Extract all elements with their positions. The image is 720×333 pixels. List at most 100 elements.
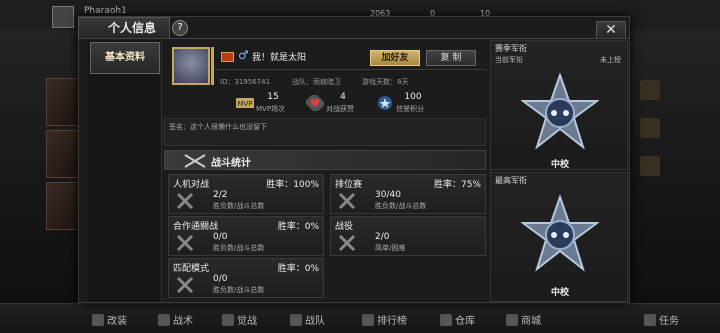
rank-insignia-icon: [521, 195, 599, 272]
rank-status: 未上榜: [600, 56, 621, 64]
nav-item-icon: [290, 313, 302, 326]
copy-button[interactable]: 复 制: [426, 50, 476, 66]
mvp-icon: MVP: [236, 98, 254, 108]
tab-basic-info[interactable]: 基本资料: [90, 42, 160, 74]
cell-sub: 胜负数/战斗总数: [213, 202, 265, 210]
current-rank-label: 当前军衔: [495, 56, 523, 64]
cell-sub: 胜负数/战斗总数: [213, 286, 265, 294]
cell-title: 人机对战: [173, 180, 210, 190]
cell-title: 战役: [335, 222, 354, 232]
bottom-nav-bar: 改装 战术 觉战 战队 排行榜 仓库 商城 任务: [0, 303, 720, 333]
crossed-swords-icon: [176, 276, 194, 294]
background-menu-icon: [640, 156, 660, 176]
likes-value: 4: [340, 92, 346, 102]
nav-item-icon: [158, 313, 170, 326]
nav-item-label: 商城: [521, 316, 541, 327]
nav-item-icon: [644, 313, 656, 326]
close-button[interactable]: ✕: [596, 21, 626, 39]
nav-item-icon: [440, 313, 452, 326]
battle-cell-campaign: 战役 2/0 简单/困难: [330, 216, 486, 256]
best-rank-name: 中校: [550, 288, 569, 298]
nav-item-icon: [506, 313, 518, 326]
battle-stats-title: 战斗统计: [211, 158, 251, 169]
star-icon: [378, 96, 392, 110]
battle-stats-header: 战斗统计: [164, 150, 486, 170]
nav-item[interactable]: 战队: [290, 312, 325, 327]
cell-sub: 简单/困难: [375, 244, 406, 252]
nav-item-label: 觉战: [237, 316, 257, 327]
crossed-swords-icon: [176, 234, 194, 252]
player-id: ID：31956741: [220, 78, 271, 86]
stat-mvp: MVP 15 MVP场次: [236, 92, 296, 116]
top-avatar[interactable]: [52, 6, 74, 28]
background-menu-icon: [640, 80, 660, 100]
cell-value: 2/0: [375, 232, 390, 242]
nav-item[interactable]: 改装: [92, 312, 127, 327]
mvp-label: MVP场次: [256, 105, 286, 113]
cell-value: 0/0: [213, 274, 228, 284]
best-rank-box: 最高军衔 中校: [490, 172, 628, 302]
cell-title: 匹配模式: [173, 264, 210, 274]
nav-item-label: 任务: [659, 316, 679, 327]
dialog-title: 个人信息: [108, 21, 157, 35]
nav-item-icon: [362, 313, 374, 326]
battle-cell-coop: 合作通關战 胜率：0% 0/0 胜负数/战斗总数: [168, 216, 324, 256]
cell-value: 2/2: [213, 190, 228, 200]
help-button[interactable]: ?: [172, 20, 188, 36]
background-right-icons: [640, 80, 664, 194]
cell-value: 30/40: [375, 190, 401, 200]
player-name: 我！就是太阳: [252, 53, 307, 63]
divider: [214, 69, 486, 70]
rank-insignia-icon: [521, 73, 599, 150]
cell-winrate: 胜率：0%: [277, 222, 319, 232]
cell-sub: 胜负数/战斗总数: [213, 244, 265, 252]
signature: 签名：这个人很懒什么也没留下: [164, 118, 486, 146]
crossed-swords-icon: [176, 192, 194, 210]
battle-cell-pve: 人机对战 胜率：100% 2/2 胜负数/战斗总数: [168, 174, 324, 214]
likes-label: 对战获赞: [326, 105, 354, 113]
level-badge-icon: [221, 52, 234, 62]
cell-winrate: 胜率：0%: [277, 264, 319, 274]
best-rank-label: 最高军衔: [495, 176, 527, 185]
credit-label: 信誉积分: [396, 105, 424, 113]
stat-credit: 100 信誉积分: [376, 92, 440, 116]
nav-item-icon: [92, 313, 104, 326]
battle-cell-ranked: 排位赛 胜率：75% 30/40 胜负数/战斗总数: [330, 174, 486, 214]
top-player-name: Pharaoh1: [84, 6, 127, 16]
avatar-frame-bar: [211, 47, 214, 85]
cell-winrate: 胜率：100%: [266, 180, 319, 190]
nav-item[interactable]: 战术: [158, 312, 193, 327]
nav-item-label: 战术: [173, 316, 193, 327]
cell-sub: 胜负数/战斗总数: [375, 202, 427, 210]
rank-section-title: 赛季军衔: [495, 44, 527, 53]
cell-title: 排位赛: [335, 180, 363, 190]
player-days: 游戏天数：8天: [362, 78, 409, 86]
nav-item-icon: [222, 313, 234, 326]
current-rank-box: 赛季军衔 当前军衔 未上榜 中校: [490, 40, 628, 170]
nav-item[interactable]: 仓库: [440, 312, 475, 327]
nav-item[interactable]: 觉战: [222, 312, 257, 327]
player-team: 战队：雨痕暗卫: [292, 78, 341, 86]
cell-title: 合作通關战: [173, 222, 219, 232]
nav-item-label: 战队: [305, 316, 325, 327]
mvp-value: 15: [267, 92, 279, 102]
crossed-swords-icon: [338, 192, 356, 210]
current-rank-name: 中校: [550, 160, 569, 170]
nav-item[interactable]: 商城: [506, 312, 541, 327]
nav-item[interactable]: 任务: [644, 312, 679, 327]
nav-item[interactable]: 排行榜: [362, 312, 407, 327]
crossed-swords-icon: [338, 234, 356, 252]
battle-cell-match: 匹配模式 胜率：0% 0/0 胜负数/战斗总数: [168, 258, 324, 298]
player-avatar: [172, 47, 210, 85]
cell-winrate: 胜率：75%: [433, 180, 481, 190]
nav-item-label: 改装: [107, 316, 127, 327]
stat-likes: 4 对战获赞: [306, 92, 366, 116]
credit-value: 100: [404, 92, 422, 102]
divider: [78, 38, 630, 39]
background-menu-icon: [640, 118, 660, 138]
crossed-guns-icon: [184, 154, 206, 168]
add-friend-button[interactable]: 加好友: [370, 50, 420, 66]
cell-value: 0/0: [213, 232, 228, 242]
svg-text:MVP: MVP: [237, 100, 252, 108]
nav-item-label: 排行榜: [377, 316, 407, 327]
